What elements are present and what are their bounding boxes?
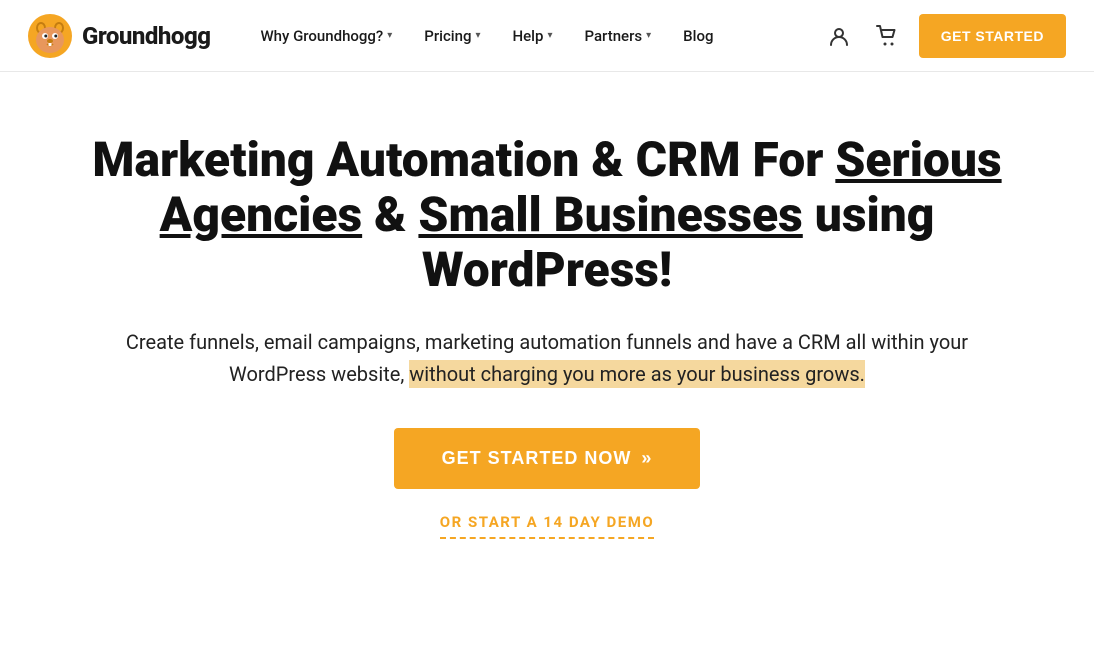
nav-item-pricing[interactable]: Pricing ▾ xyxy=(410,19,494,53)
chevron-down-icon: ▾ xyxy=(387,30,392,41)
hero-subtitle: Create funnels, email campaigns, marketi… xyxy=(117,326,977,390)
nav-links: Why Groundhogg? ▾ Pricing ▾ Help ▾ Partn… xyxy=(246,19,822,53)
get-started-nav-button[interactable]: GET STARTED xyxy=(919,14,1066,58)
chevron-down-icon: ▾ xyxy=(475,30,480,41)
logo-link[interactable]: Groundhogg xyxy=(28,14,210,58)
cart-icon[interactable] xyxy=(871,20,903,52)
nav-item-partners[interactable]: Partners ▾ xyxy=(570,19,665,53)
brand-name: Groundhogg xyxy=(82,22,210,50)
double-chevron-icon: » xyxy=(641,448,652,469)
get-started-now-button[interactable]: GET STARTED NOW » xyxy=(394,428,701,489)
nav-item-help[interactable]: Help ▾ xyxy=(499,19,567,53)
hero-title: Marketing Automation & CRM For Serious A… xyxy=(87,132,1007,298)
chevron-down-icon: ▾ xyxy=(547,30,552,41)
logo-icon xyxy=(28,14,72,58)
nav-item-why-groundhogg[interactable]: Why Groundhogg? ▾ xyxy=(246,19,406,53)
nav-icons xyxy=(823,20,903,52)
demo-link[interactable]: OR START A 14 DAY DEMO xyxy=(440,513,654,539)
main-nav: Groundhogg Why Groundhogg? ▾ Pricing ▾ H… xyxy=(0,0,1094,72)
chevron-down-icon: ▾ xyxy=(646,30,651,41)
dashed-underline xyxy=(440,537,654,539)
hero-section: Marketing Automation & CRM For Serious A… xyxy=(0,72,1094,579)
account-icon[interactable] xyxy=(823,20,855,52)
nav-item-blog[interactable]: Blog xyxy=(669,19,727,53)
